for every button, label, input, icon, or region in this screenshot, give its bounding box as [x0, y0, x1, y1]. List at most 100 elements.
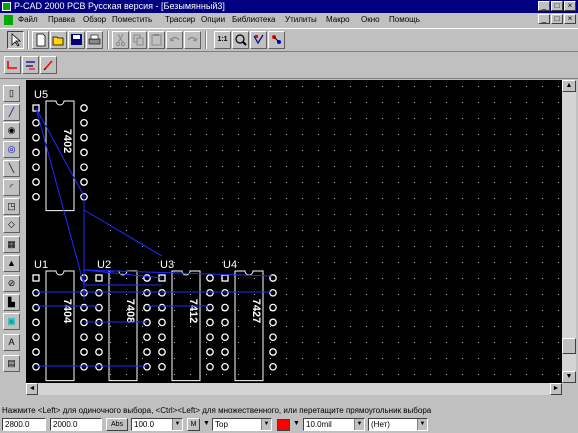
redo-button[interactable]: [184, 31, 201, 49]
pad[interactable]: [32, 192, 40, 201]
copper-tool-button[interactable]: ▲: [3, 255, 20, 272]
cutout-tool-button[interactable]: ▙: [3, 294, 20, 311]
cleanup-button[interactable]: [40, 56, 57, 74]
print-button[interactable]: [86, 31, 103, 49]
pad[interactable]: [32, 333, 40, 342]
zoom-1to1-button[interactable]: 1:1: [214, 31, 231, 49]
pad[interactable]: [32, 288, 40, 297]
pad[interactable]: [80, 148, 88, 157]
copy-button[interactable]: [130, 31, 147, 49]
pad[interactable]: [32, 163, 40, 172]
pad[interactable]: [143, 348, 151, 356]
horizontal-scrollbar[interactable]: ◄ ►: [26, 383, 562, 395]
vertical-scrollbar[interactable]: ▲ ▼: [562, 80, 576, 383]
pad[interactable]: [80, 104, 88, 112]
x-coordinate[interactable]: 2800.0: [2, 418, 46, 431]
pad[interactable]: [158, 333, 166, 342]
scroll-thumb-vertical[interactable]: [562, 338, 576, 354]
close-button[interactable]: ×: [564, 1, 576, 11]
line-width-dropdown-icon[interactable]: ▼: [354, 419, 364, 430]
pad[interactable]: [80, 303, 88, 312]
pad[interactable]: [269, 288, 277, 297]
pad[interactable]: [143, 333, 151, 342]
zoom-window-button[interactable]: [232, 31, 249, 49]
pad[interactable]: [269, 362, 277, 371]
doc-close-button[interactable]: ×: [564, 14, 576, 24]
menu-file[interactable]: Файл: [18, 14, 38, 26]
pad[interactable]: [80, 333, 88, 342]
pad[interactable]: [206, 362, 214, 371]
text-tool-button[interactable]: ◳: [3, 198, 20, 215]
width-dropdown-arrow-icon[interactable]: ▼: [292, 418, 301, 431]
pad[interactable]: [221, 288, 229, 297]
pad[interactable]: [206, 303, 214, 312]
pad[interactable]: [32, 274, 40, 282]
pad[interactable]: [206, 318, 214, 327]
pad[interactable]: [206, 348, 214, 356]
pad[interactable]: [158, 318, 166, 327]
pad[interactable]: [158, 288, 166, 297]
pad[interactable]: [269, 303, 277, 312]
pad[interactable]: [269, 318, 277, 327]
pad[interactable]: [32, 303, 40, 312]
zoom-button[interactable]: [250, 31, 267, 49]
pad[interactable]: [221, 348, 229, 356]
abs-toggle-button[interactable]: Abs: [106, 418, 128, 431]
arc-tool-button[interactable]: ◜: [3, 179, 20, 196]
select-button[interactable]: [7, 31, 24, 49]
new-button[interactable]: [32, 31, 49, 49]
pad[interactable]: [221, 303, 229, 312]
layer-dropdown-icon[interactable]: ▼: [261, 419, 271, 430]
component-u5[interactable]: U5 7402: [32, 89, 88, 212]
menu-window[interactable]: Окно: [361, 14, 380, 26]
pad[interactable]: [158, 362, 166, 371]
pad[interactable]: [269, 333, 277, 342]
pcb-canvas[interactable]: U5 7402 U1 7404 U2 7408 U3 7412 U4 7427: [26, 80, 562, 383]
component-u4[interactable]: U4 7427: [221, 259, 277, 382]
component-tool-button[interactable]: ▯: [3, 85, 20, 102]
pad[interactable]: [32, 178, 40, 186]
pad[interactable]: [80, 178, 88, 186]
menu-route[interactable]: Трассир: [165, 14, 195, 26]
pad[interactable]: [206, 288, 214, 297]
menu-help[interactable]: Помощь: [389, 14, 420, 26]
menu-macro[interactable]: Макро: [326, 14, 350, 26]
pad[interactable]: [143, 303, 151, 312]
maximize-button[interactable]: □: [551, 1, 563, 11]
pad[interactable]: [80, 118, 88, 127]
pad[interactable]: [32, 133, 40, 142]
pad[interactable]: [32, 348, 40, 356]
app-icon[interactable]: [2, 2, 11, 11]
pad[interactable]: [95, 303, 103, 312]
via-tool-button[interactable]: ◎: [3, 141, 20, 158]
metric-toggle-button[interactable]: M: [187, 418, 200, 431]
pad[interactable]: [221, 318, 229, 327]
pad[interactable]: [158, 348, 166, 356]
grid-select[interactable]: 100.0 ▼: [131, 418, 183, 431]
minimize-button[interactable]: _: [538, 1, 550, 11]
plane-tool-button[interactable]: ▣: [3, 313, 20, 330]
component-u3[interactable]: U3 7412: [158, 259, 214, 382]
pad[interactable]: [95, 362, 103, 371]
scroll-up-button[interactable]: ▲: [562, 80, 576, 92]
y-coordinate[interactable]: 2000.0: [50, 418, 102, 431]
netlist-button[interactable]: [268, 31, 285, 49]
menu-library[interactable]: Библиотека: [232, 14, 276, 26]
pad[interactable]: [221, 362, 229, 371]
pcb-drawing[interactable]: U5 7402 U1 7404 U2 7408 U3 7412 U4 7427: [26, 80, 562, 383]
keepout-tool-button[interactable]: ⊘: [3, 275, 20, 292]
document-icon[interactable]: [4, 15, 13, 25]
layer-select[interactable]: Top ▼: [212, 418, 272, 431]
scroll-left-button[interactable]: ◄: [26, 383, 38, 395]
field-tool-button[interactable]: ▤: [3, 355, 20, 372]
layer-dropdown-arrow-icon[interactable]: ▼: [202, 418, 211, 431]
route-button[interactable]: [4, 56, 21, 74]
pad[interactable]: [158, 303, 166, 312]
pad[interactable]: [206, 274, 214, 282]
pad[interactable]: [95, 333, 103, 342]
pad[interactable]: [95, 348, 103, 356]
menu-edit[interactable]: Правка: [48, 14, 75, 26]
grid-dropdown-icon[interactable]: ▼: [172, 419, 182, 430]
net-button[interactable]: [22, 56, 39, 74]
pad[interactable]: [32, 362, 40, 371]
